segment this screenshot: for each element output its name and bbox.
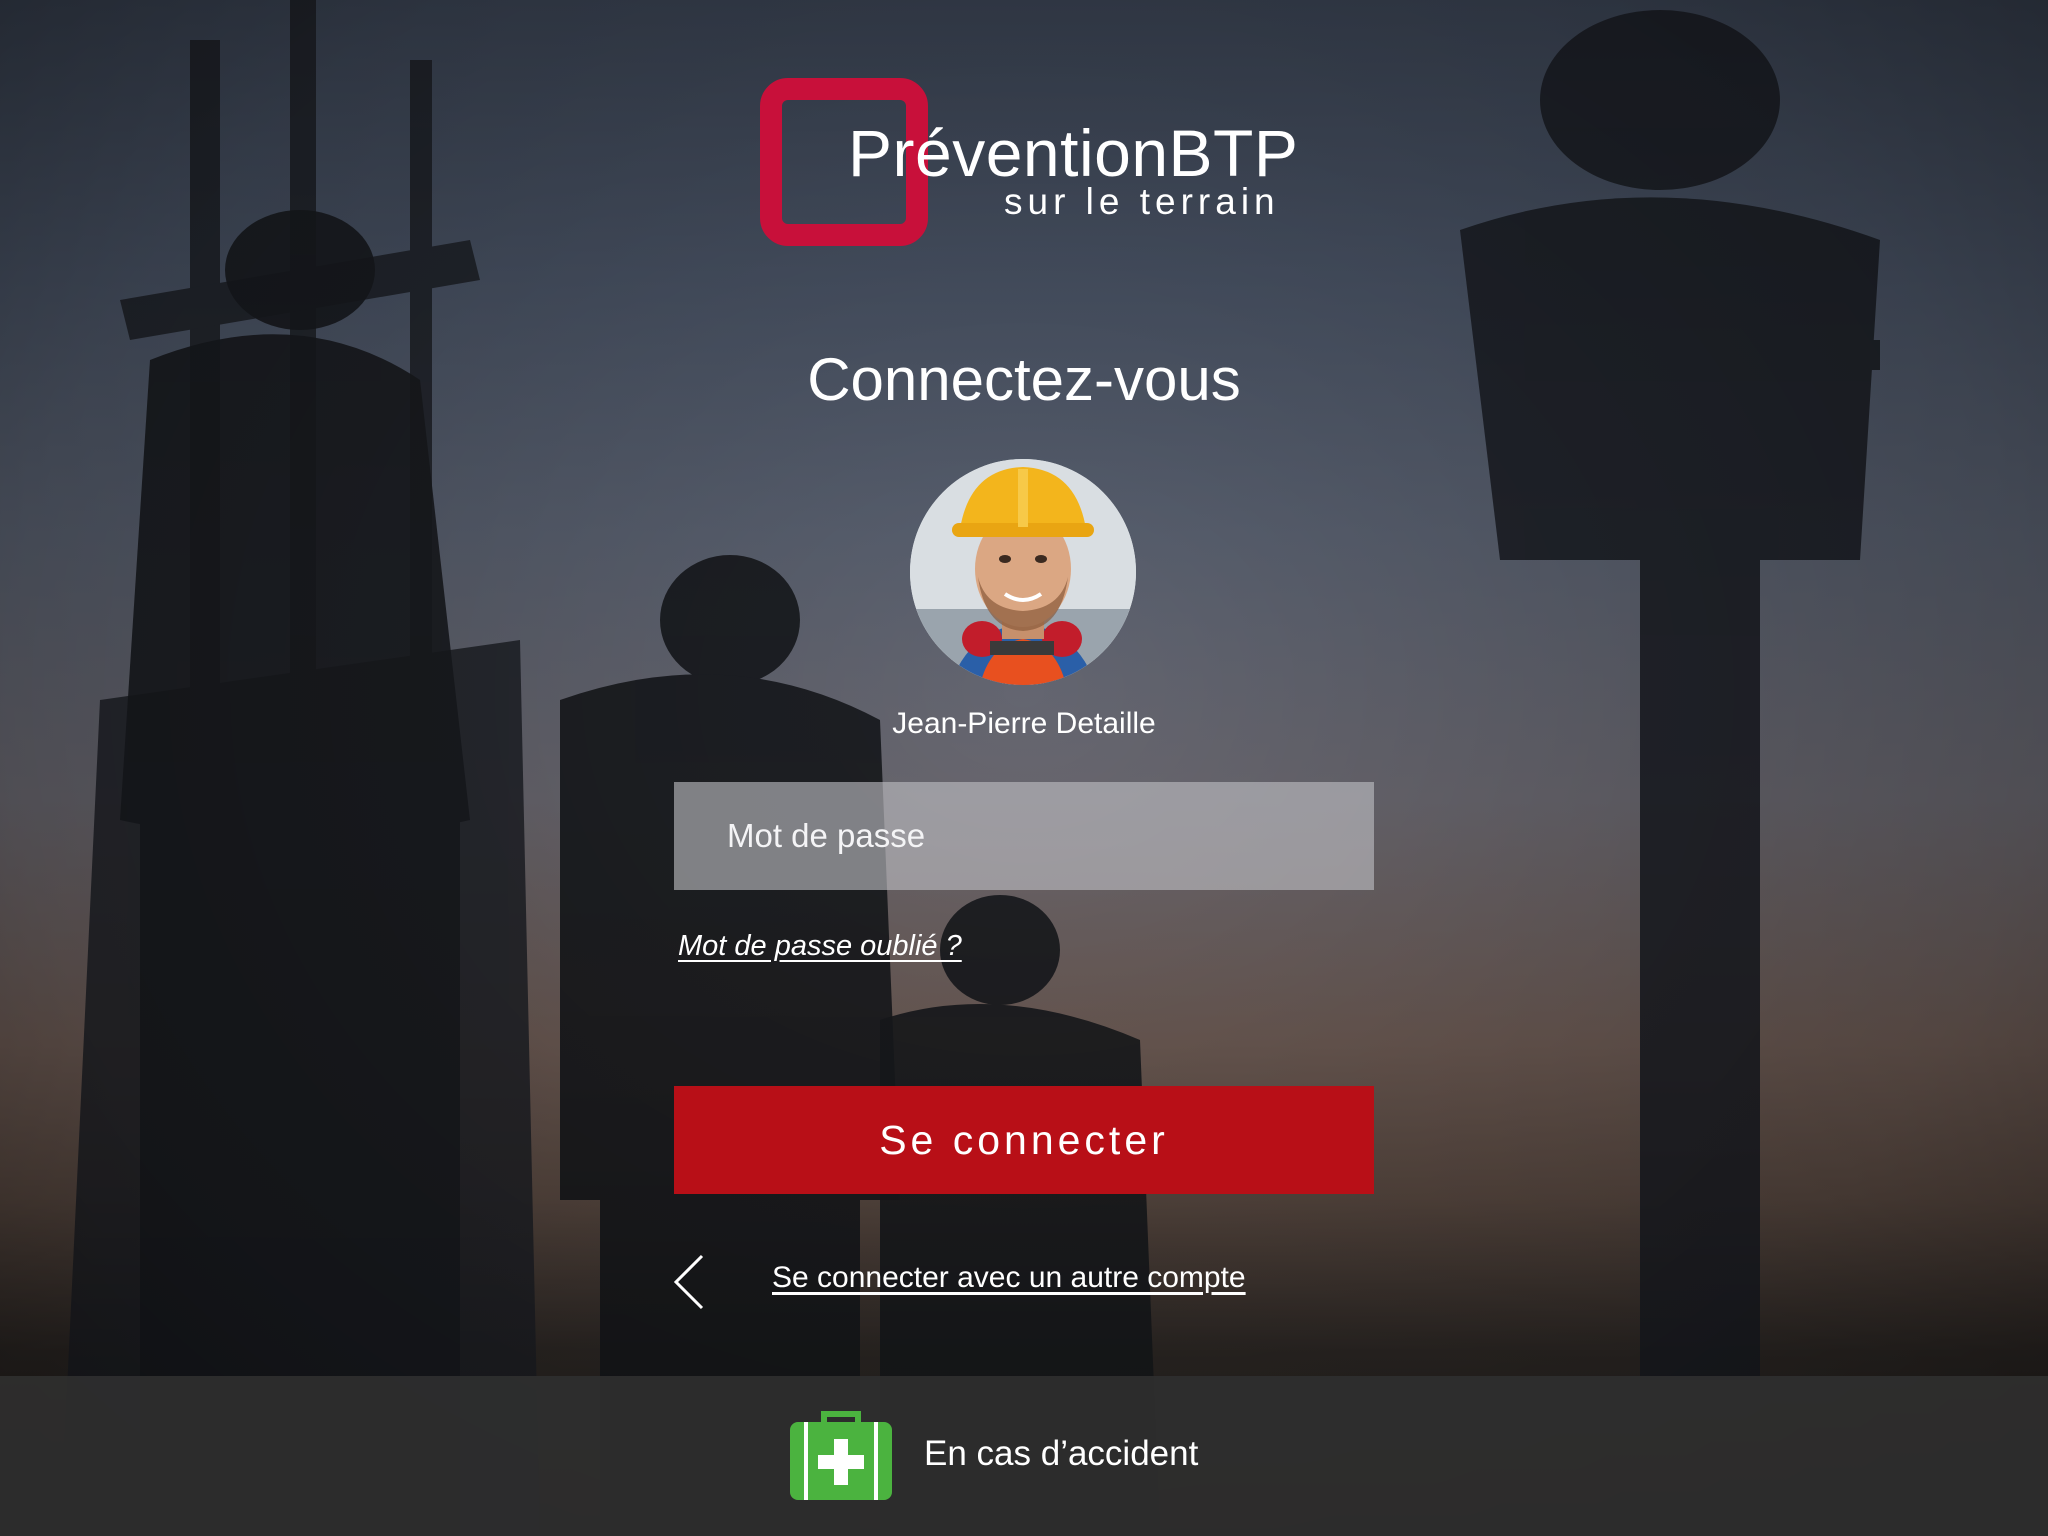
logo-title: PréventionBTP [848,116,1299,190]
accident-button[interactable]: En cas d’accident [790,1408,1198,1500]
logo-subtitle: sur le terrain [1004,181,1280,222]
first-aid-kit-icon [790,1411,892,1500]
password-field[interactable] [674,782,1374,890]
page-title: Connectez-vous [807,346,1241,413]
user-name: Jean-Pierre Detaille [892,707,1156,740]
accident-label: En cas d’accident [924,1434,1199,1473]
avatar-photo [910,459,1136,685]
avatar [910,459,1136,685]
forgot-password-link[interactable]: Mot de passe oublié ? [678,926,962,966]
bottom-bar: En cas d’accident [0,1376,2048,1536]
app-logo: PréventionBTP sur le terrain [756,76,1299,246]
chevron-left-icon[interactable] [670,1252,710,1312]
other-account-link[interactable]: Se connecter avec un autre compte [772,1258,1246,1298]
login-button[interactable]: Se connecter [674,1086,1374,1194]
